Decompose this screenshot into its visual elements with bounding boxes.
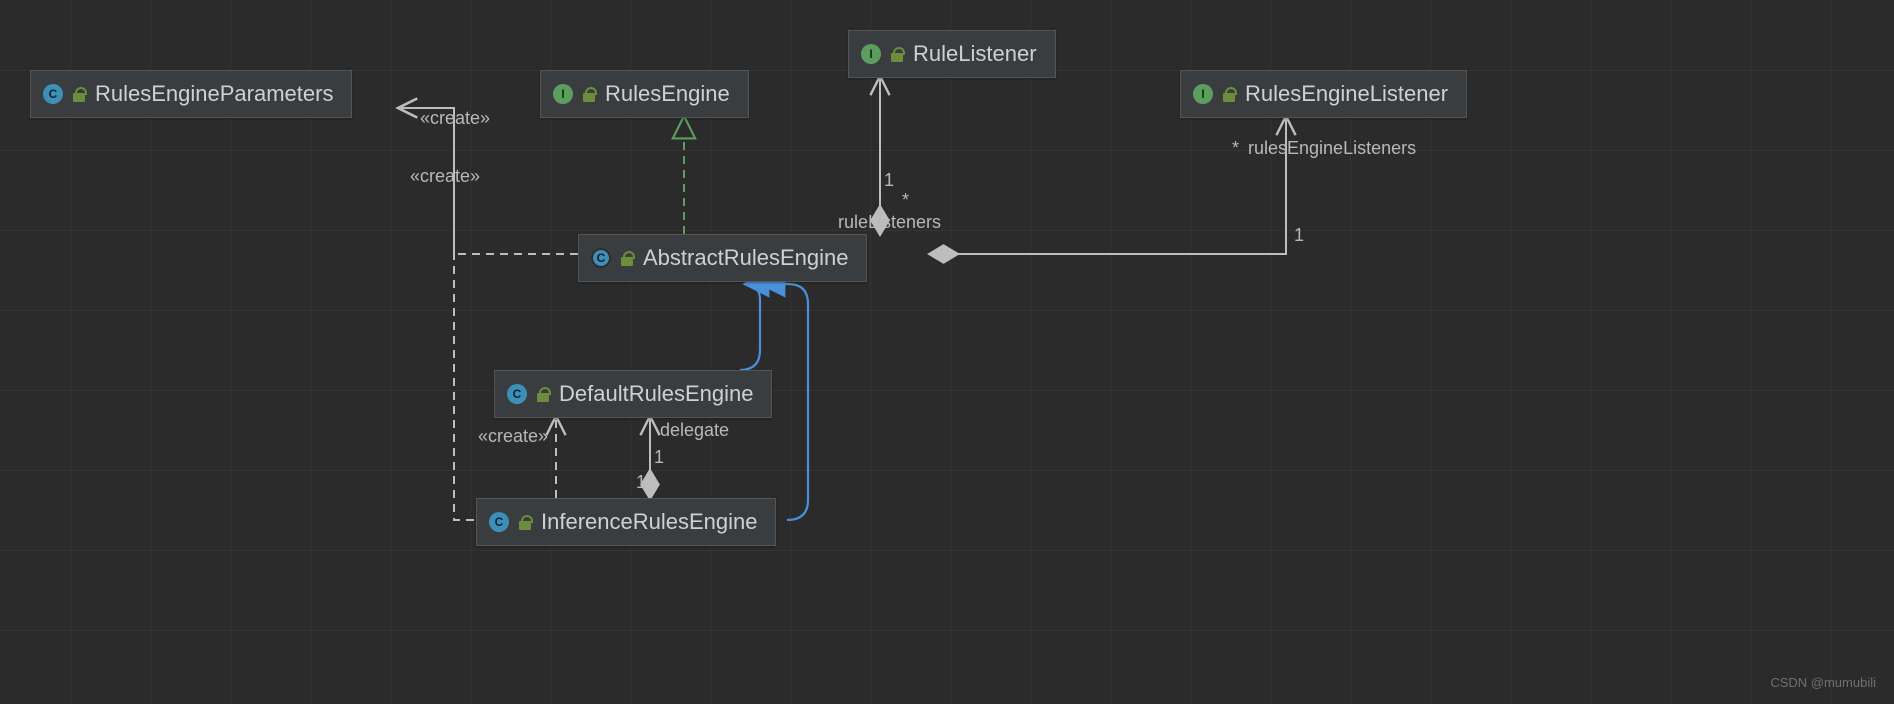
node-title: RuleListener [913,41,1037,67]
label-create-2: «create» [410,166,480,187]
lock-icon [621,251,633,265]
interface-icon: I [1193,84,1213,104]
label-create-3: «create» [478,426,548,447]
node-title: AbstractRulesEngine [643,245,848,271]
lock-icon [73,87,85,101]
node-title: InferenceRulesEngine [541,509,757,535]
label-elisteners-role: rulesEngineListeners [1248,138,1416,159]
interface-icon: I [861,44,881,64]
class-icon: C [507,384,527,404]
lock-icon [519,515,531,529]
node-title: RulesEngine [605,81,730,107]
lock-icon [537,387,549,401]
node-title: RulesEngineListener [1245,81,1448,107]
label-delegate-1b: 1 [636,472,646,493]
label-delegate-role: delegate [660,420,729,441]
node-inference-rules-engine[interactable]: C InferenceRulesEngine [476,498,776,546]
node-rules-engine-parameters[interactable]: C RulesEngineParameters [30,70,352,118]
class-icon: C [489,512,509,532]
lock-icon [891,47,903,61]
label-rulelisteners-1: 1 [884,170,894,191]
node-title: RulesEngineParameters [95,81,333,107]
node-default-rules-engine[interactable]: C DefaultRulesEngine [494,370,772,418]
label-elisteners-1: 1 [1294,225,1304,246]
node-abstract-rules-engine[interactable]: C AbstractRulesEngine [578,234,867,282]
label-delegate-1a: 1 [654,447,664,468]
label-rulelisteners-star: * [902,190,909,211]
node-rule-listener[interactable]: I RuleListener [848,30,1056,78]
lock-icon [583,87,595,101]
label-elisteners-star: * [1232,138,1239,159]
node-rules-engine[interactable]: I RulesEngine [540,70,749,118]
node-title: DefaultRulesEngine [559,381,753,407]
lock-icon [1223,87,1235,101]
node-rules-engine-listener[interactable]: I RulesEngineListener [1180,70,1467,118]
watermark: CSDN @mumubili [1770,675,1876,690]
abstract-class-icon: C [591,248,611,268]
interface-icon: I [553,84,573,104]
label-rulelisteners-role: ruleListeners [838,212,941,233]
label-create-1: «create» [420,108,490,129]
class-icon: C [43,84,63,104]
